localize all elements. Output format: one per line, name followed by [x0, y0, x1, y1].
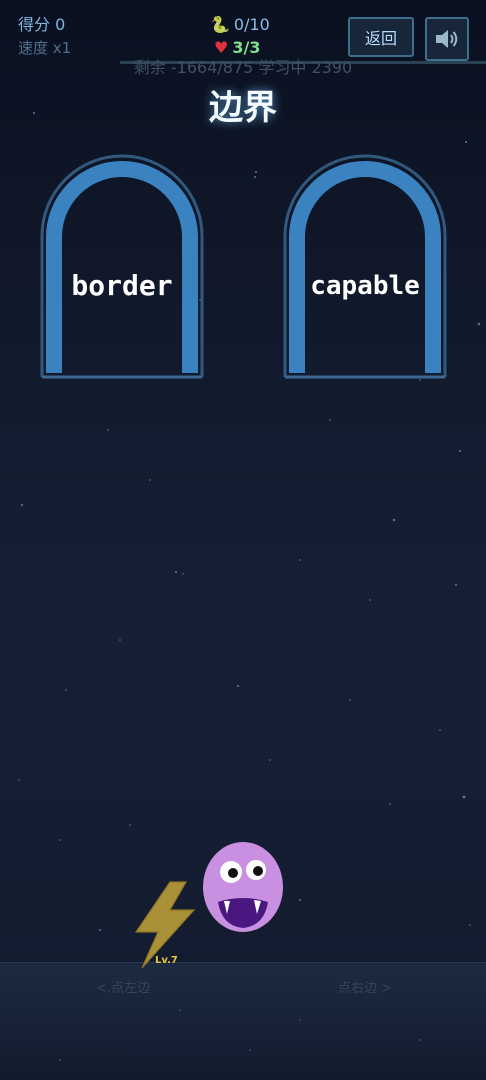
snake-count: 0/10 — [233, 15, 270, 34]
hint-right[interactable]: 点右边 > — [338, 977, 392, 996]
door-left-label: border — [71, 269, 173, 302]
ground-panel — [0, 962, 486, 1080]
question-word: 边界 — [209, 88, 277, 128]
arch-shape — [40, 154, 204, 379]
back-button[interactable]: 返回 — [348, 17, 414, 57]
door-right[interactable]: capable — [282, 153, 448, 379]
hint-left[interactable]: <.点左边 — [96, 977, 150, 996]
level-label: Lv.7 — [155, 955, 178, 966]
player-monster — [203, 842, 283, 932]
arch-shape — [283, 154, 447, 379]
door-right-label: capable — [310, 271, 420, 301]
speaker-icon — [436, 30, 458, 48]
score-label: 得分 0 — [18, 15, 66, 34]
remaining-status: 剩余 -1664/875 学习中 2390 — [133, 58, 353, 77]
snake-icon: 🐍 — [210, 15, 230, 34]
door-left[interactable]: border — [39, 153, 205, 379]
snake-counter: 🐍 0/10 — [210, 14, 270, 36]
